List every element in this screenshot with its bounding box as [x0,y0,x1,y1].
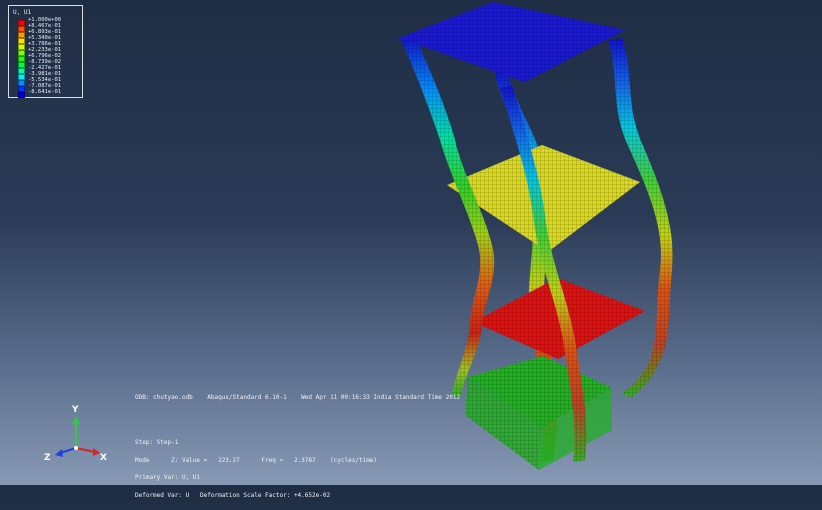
z-axis-arrow-icon [55,449,63,457]
model-viewport[interactable]: U, U1 +1.000e+00 +8.467e-01 +6.893e-01 +5.3… [0,0,822,498]
fea-model: Y X Z [44,2,673,470]
mode-label: Mode Z: Value = 223.27 Freq = 2.3787 (cy… [135,456,378,464]
triad-z-label: Z [44,453,51,463]
top-plate [398,2,625,82]
coordinate-triad: Y X Z [44,405,107,463]
deformed-var-label: Deformed Var: U Deformation Scale Factor… [135,491,331,499]
step-label: Step: Step-1 [135,439,179,446]
triad-y-label: Y [71,405,79,415]
step-info-block: Step: Step-1 Mode Z: Value = 223.27 Freq… [135,428,377,510]
x-axis-arrow-icon [93,448,100,456]
primary-var-label: Primary Var: U, U1 [135,474,201,481]
triad-x-label: X [100,453,107,463]
base-plate [465,356,612,470]
y-axis-arrow-icon [72,416,80,424]
odb-info-line: ODB: chutyao.odb Abaqus/Standard 6.10-1 … [135,394,461,401]
